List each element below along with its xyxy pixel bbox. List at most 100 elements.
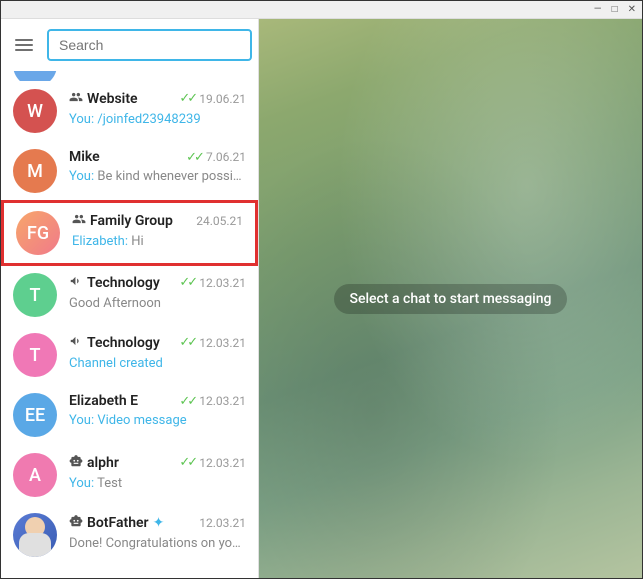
read-checks-icon: ✓✓ bbox=[179, 91, 195, 106]
chat-meta: ✓✓ 12.03.21 bbox=[179, 394, 246, 409]
chat-top-row: Family Group 24.05.21 bbox=[72, 211, 243, 230]
chat-name: Family Group bbox=[90, 213, 173, 229]
close-button[interactable]: ✕ bbox=[628, 4, 636, 15]
chat-item[interactable]: W Website ✓✓ 19.06.21 You: /joinfed23948… bbox=[1, 81, 258, 141]
avatar: FG bbox=[16, 211, 60, 255]
chat-item[interactable]: T Technology ✓✓ 12.03.21 Good Afternoon bbox=[1, 265, 258, 325]
chat-preview: Done! Congratulations on yo… bbox=[69, 536, 246, 551]
chat-preview-sender: Elizabeth: bbox=[72, 234, 131, 249]
chat-preview: Channel created bbox=[69, 356, 246, 371]
chat-top-row: BotFather ✦ 12.03.21 bbox=[69, 513, 246, 532]
chat-top-row: alphr ✓✓ 12.03.21 bbox=[69, 453, 246, 472]
chat-preview-sender: You: bbox=[69, 112, 97, 127]
chat-preview-text: Test bbox=[97, 476, 122, 491]
chat-item[interactable]: EE Elizabeth E ✓✓ 12.03.21 You: Video me… bbox=[1, 385, 258, 445]
group-icon bbox=[69, 89, 83, 108]
chat-name: Mike bbox=[69, 149, 100, 165]
search-row bbox=[1, 19, 258, 71]
chat-preview-sender: You: bbox=[69, 476, 97, 491]
window-titlebar: — □ ✕ bbox=[1, 1, 642, 19]
chat-date: 12.03.21 bbox=[199, 276, 246, 290]
chat-item[interactable]: A alphr ✓✓ 12.03.21 You: Test bbox=[1, 445, 258, 505]
chat-body: Elizabeth E ✓✓ 12.03.21 You: Video messa… bbox=[69, 393, 246, 428]
chat-preview-text: Hi bbox=[131, 234, 143, 249]
verified-icon: ✦ bbox=[153, 515, 165, 531]
chat-preview-text: /joinfed23948239 bbox=[97, 112, 200, 127]
minimize-button[interactable]: — bbox=[594, 4, 602, 15]
chat-body: BotFather ✦ 12.03.21 Done! Congratulatio… bbox=[69, 513, 246, 551]
chat-date: 12.03.21 bbox=[199, 456, 246, 470]
group-icon bbox=[72, 211, 86, 230]
chat-preview-text: Done! Congratulations on yo… bbox=[69, 536, 241, 551]
read-checks-icon: ✓✓ bbox=[179, 455, 195, 470]
avatar: EE bbox=[13, 393, 57, 437]
chat-name: Technology bbox=[87, 275, 160, 291]
avatar: M bbox=[13, 149, 57, 193]
chat-meta: 12.03.21 bbox=[199, 516, 246, 530]
channel-icon bbox=[69, 333, 83, 352]
chat-list[interactable]: W Website ✓✓ 19.06.21 You: /joinfed23948… bbox=[1, 71, 258, 578]
chat-preview-text: Be kind whenever possi… bbox=[97, 169, 241, 184]
chat-date: 24.05.21 bbox=[196, 214, 243, 228]
chat-preview-sender: You: bbox=[69, 169, 97, 184]
sidebar: W Website ✓✓ 19.06.21 You: /joinfed23948… bbox=[1, 19, 259, 578]
chat-item[interactable]: M Mike ✓✓ 7.06.21 You: Be kind whenever … bbox=[1, 141, 258, 201]
chat-body: Mike ✓✓ 7.06.21 You: Be kind whenever po… bbox=[69, 149, 246, 184]
bot-icon bbox=[69, 513, 83, 532]
avatar: T bbox=[13, 273, 57, 317]
channel-icon bbox=[69, 273, 83, 292]
chat-preview: You: Video message bbox=[69, 413, 246, 428]
chat-body: Family Group 24.05.21 Elizabeth: Hi bbox=[72, 211, 243, 249]
maximize-button[interactable]: □ bbox=[612, 4, 618, 15]
chat-date: 12.03.21 bbox=[199, 394, 246, 408]
chat-preview-text: Good Afternoon bbox=[69, 296, 161, 311]
read-checks-icon: ✓✓ bbox=[179, 394, 195, 409]
read-checks-icon: ✓✓ bbox=[179, 335, 195, 350]
chat-name: Technology bbox=[87, 335, 160, 351]
menu-icon[interactable] bbox=[13, 37, 35, 53]
chat-top-row: Mike ✓✓ 7.06.21 bbox=[69, 149, 246, 165]
avatar bbox=[13, 513, 57, 557]
empty-chat-placeholder: Select a chat to start messaging bbox=[334, 284, 568, 314]
chat-preview-text: Video message bbox=[97, 413, 186, 428]
read-checks-icon: ✓✓ bbox=[179, 275, 195, 290]
app-container: W Website ✓✓ 19.06.21 You: /joinfed23948… bbox=[1, 19, 642, 578]
chat-body: Technology ✓✓ 12.03.21 Channel created bbox=[69, 333, 246, 371]
chat-top-row: Technology ✓✓ 12.03.21 bbox=[69, 273, 246, 292]
chat-meta: ✓✓ 12.03.21 bbox=[179, 455, 246, 470]
chat-item[interactable]: BotFather ✦ 12.03.21 Done! Congratulatio… bbox=[1, 505, 258, 565]
chat-preview: You: /joinfed23948239 bbox=[69, 112, 246, 127]
avatar bbox=[13, 71, 57, 81]
chat-item-truncated[interactable] bbox=[1, 71, 258, 81]
chat-date: 12.03.21 bbox=[199, 336, 246, 350]
chat-meta: 24.05.21 bbox=[196, 214, 243, 228]
chat-preview-text: Channel created bbox=[69, 356, 163, 371]
chat-meta: ✓✓ 7.06.21 bbox=[186, 150, 246, 165]
chat-preview-sender: You: bbox=[69, 413, 97, 428]
search-input[interactable] bbox=[47, 29, 252, 61]
chat-preview: You: Be kind whenever possi… bbox=[69, 169, 246, 184]
chat-date: 19.06.21 bbox=[199, 92, 246, 106]
chat-preview: Elizabeth: Hi bbox=[72, 234, 243, 249]
chat-top-row: Technology ✓✓ 12.03.21 bbox=[69, 333, 246, 352]
chat-preview: You: Test bbox=[69, 476, 246, 491]
chat-item[interactable]: T Technology ✓✓ 12.03.21 Channel created bbox=[1, 325, 258, 385]
chat-preview: Good Afternoon bbox=[69, 296, 246, 311]
chat-body: Website ✓✓ 19.06.21 You: /joinfed2394823… bbox=[69, 89, 246, 127]
chat-item[interactable]: FG Family Group 24.05.21 Elizabeth: Hi bbox=[1, 200, 258, 266]
avatar: T bbox=[13, 333, 57, 377]
chat-meta: ✓✓ 12.03.21 bbox=[179, 275, 246, 290]
chat-body: Technology ✓✓ 12.03.21 Good Afternoon bbox=[69, 273, 246, 311]
chat-name: Website bbox=[87, 91, 138, 107]
chat-meta: ✓✓ 19.06.21 bbox=[179, 91, 246, 106]
chat-date: 7.06.21 bbox=[206, 150, 246, 164]
avatar: W bbox=[13, 89, 57, 133]
chat-top-row: Website ✓✓ 19.06.21 bbox=[69, 89, 246, 108]
chat-body: alphr ✓✓ 12.03.21 You: Test bbox=[69, 453, 246, 491]
main-area: Select a chat to start messaging bbox=[259, 19, 642, 578]
chat-name: Elizabeth E bbox=[69, 393, 138, 409]
chat-top-row: Elizabeth E ✓✓ 12.03.21 bbox=[69, 393, 246, 409]
chat-name: alphr bbox=[87, 455, 119, 471]
bot-icon bbox=[69, 453, 83, 472]
avatar: A bbox=[13, 453, 57, 497]
